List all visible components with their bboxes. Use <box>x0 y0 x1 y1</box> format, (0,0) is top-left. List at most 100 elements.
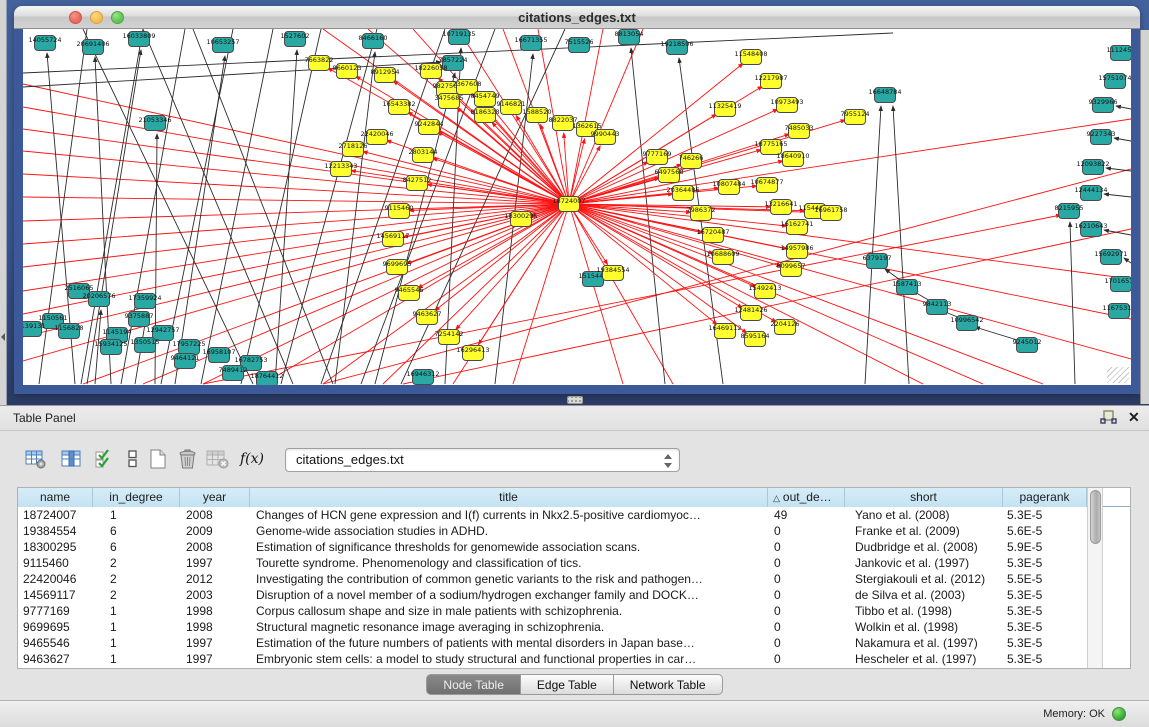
network-node[interactable]: 7986372 <box>687 206 716 221</box>
column-header-name[interactable]: name <box>18 488 93 507</box>
network-node[interactable]: 14055724 <box>28 36 61 51</box>
network-node[interactable]: 9115460 <box>385 204 414 219</box>
table-cell[interactable]: 9463627 <box>18 651 93 667</box>
network-node[interactable]: 9464121 <box>171 354 200 369</box>
network-node[interactable]: 14957986 <box>780 244 813 259</box>
table-cell[interactable]: 0 <box>768 603 845 619</box>
network-node[interactable]: 17957225 <box>172 340 205 355</box>
network-node[interactable]: 16958107 <box>202 348 235 363</box>
network-node[interactable]: 9777169 <box>643 150 672 165</box>
network-node[interactable]: 10674877 <box>750 178 783 193</box>
network-node[interactable]: 12093822 <box>1076 160 1109 175</box>
table-cell[interactable]: 1 <box>93 651 180 667</box>
network-node[interactable]: 20364486 <box>666 186 699 201</box>
column-header-out_de[interactable]: △out_de… <box>768 488 845 507</box>
table-row[interactable]: 946554611997Estimation of the future num… <box>18 635 1130 651</box>
network-node[interactable]: 18640910 <box>776 152 809 167</box>
network-node[interactable]: 11675312 <box>1102 304 1131 319</box>
network-node[interactable]: 6379197 <box>863 254 892 269</box>
table-cell[interactable]: 5.3E-5 <box>1003 635 1087 651</box>
network-node[interactable]: 20206576 <box>82 292 115 307</box>
table-cell[interactable]: 9115460 <box>18 555 93 571</box>
network-node[interactable]: 8660123 <box>333 64 362 79</box>
table-cell[interactable]: 5.3E-5 <box>1003 651 1087 667</box>
window-titlebar[interactable]: citations_edges.txt <box>14 6 1140 29</box>
network-node[interactable]: 7485033 <box>785 124 814 139</box>
table-row[interactable]: 1938455462009Genome-wide association stu… <box>18 523 1130 539</box>
network-node[interactable]: 16648784 <box>868 88 901 103</box>
network-node[interactable]: 10719135 <box>442 30 475 45</box>
table-cell[interactable]: Stergiakouli et al. (2012) <box>845 571 1003 587</box>
table-cell[interactable]: Wolkin et al. (1998) <box>845 619 1003 635</box>
network-node[interactable]: 18764412 <box>250 372 283 386</box>
table-cell[interactable]: 6 <box>93 523 180 539</box>
table-cell[interactable]: Estimation of the future numbers of pati… <box>250 635 768 651</box>
column-header-year[interactable]: year <box>180 488 250 507</box>
network-node[interactable]: 7663822 <box>305 56 334 71</box>
network-node[interactable]: 15692971 <box>1094 250 1127 265</box>
table-cell[interactable]: 5.6E-5 <box>1003 523 1087 539</box>
table-cell[interactable]: 0 <box>768 555 845 571</box>
network-node[interactable]: 11325419 <box>708 102 741 117</box>
network-node[interactable]: 12481426 <box>734 306 767 321</box>
table-row[interactable]: 1872400712008Changes of HCN gene express… <box>18 507 1130 523</box>
table-cell[interactable]: Tourette syndrome. Phenomenology and cla… <box>250 555 768 571</box>
table-cell[interactable]: Yano et al. (2008) <box>845 507 1003 523</box>
table-row[interactable]: 2242004622012Investigating the contribut… <box>18 571 1130 587</box>
table-cell[interactable]: 5.3E-5 <box>1003 603 1087 619</box>
network-node[interactable]: 6497568 <box>655 168 684 183</box>
close-panel-icon[interactable]: ✕ <box>1128 409 1140 426</box>
table-cell[interactable]: de Silva et al. (2003) <box>845 587 1003 603</box>
table-cell[interactable]: Estimation of significance thresholds fo… <box>250 539 768 555</box>
network-node[interactable]: 16671355 <box>514 36 547 51</box>
table-cell[interactable]: Corpus callosum shape and size in male p… <box>250 603 768 619</box>
network-node[interactable]: 20691406 <box>76 40 109 55</box>
network-node[interactable]: 12444134 <box>1074 186 1107 201</box>
network-node[interactable]: 17359924 <box>128 294 161 309</box>
tab-edge-table[interactable]: Edge Table <box>521 674 614 695</box>
network-node[interactable]: 16469112 <box>708 324 741 339</box>
table-row[interactable]: 969969511998Structural magnetic resonanc… <box>18 619 1130 635</box>
network-node[interactable]: 9245012 <box>1013 338 1042 353</box>
network-node[interactable]: 10653257 <box>206 38 239 53</box>
network-node[interactable]: 16162741 <box>780 220 813 235</box>
resize-grip[interactable] <box>1107 367 1129 383</box>
table-cell[interactable]: 9465546 <box>18 635 93 651</box>
network-node[interactable]: 9375887 <box>125 312 154 327</box>
table-cell[interactable]: Disruption of a novel member of a sodium… <box>250 587 768 603</box>
network-node[interactable]: 1112453 <box>1107 46 1131 61</box>
table-cell[interactable]: 5.3E-5 <box>1003 507 1087 523</box>
table-row[interactable]: 911546021997Tourette syndrome. Phenomeno… <box>18 555 1130 571</box>
network-node[interactable]: 8454749 <box>471 92 500 107</box>
table-cell[interactable]: 0 <box>768 523 845 539</box>
network-node[interactable]: 1350515 <box>131 338 160 353</box>
network-node[interactable]: 17016514 <box>1104 277 1131 292</box>
network-node[interactable]: 12217987 <box>754 74 787 89</box>
column-header-in_degree[interactable]: in_degree <box>93 488 180 507</box>
network-node[interactable]: 2803144 <box>409 148 438 163</box>
network-node[interactable]: 16210643 <box>1074 222 1107 237</box>
table-cell[interactable]: 5.5E-5 <box>1003 571 1087 587</box>
table-cell[interactable]: Nakamura et al. (1997) <box>845 635 1003 651</box>
new-column-icon[interactable] <box>144 444 172 474</box>
network-node[interactable]: 16296413 <box>456 346 489 361</box>
table-cell[interactable]: 1998 <box>180 603 250 619</box>
network-node[interactable]: 15751074 <box>1098 74 1131 89</box>
table-cell[interactable]: 2003 <box>180 587 250 603</box>
network-node[interactable]: 1588520 <box>523 108 552 123</box>
table-cell[interactable]: Dudbridge et al. (2008) <box>845 539 1003 555</box>
table-cell[interactable]: 0 <box>768 539 845 555</box>
table-mode-icon[interactable] <box>22 444 50 474</box>
network-node[interactable]: 2718126 <box>339 142 368 157</box>
table-cell[interactable]: 9777169 <box>18 603 93 619</box>
table-cell[interactable]: 18724007 <box>18 507 93 523</box>
network-node[interactable]: 8813054 <box>615 30 644 45</box>
table-cell[interactable]: 1 <box>93 507 180 523</box>
table-cell[interactable]: 0 <box>768 571 845 587</box>
table-cell[interactable]: 9699695 <box>18 619 93 635</box>
scrollbar-thumb[interactable] <box>1090 490 1101 544</box>
table-cell[interactable]: Genome-wide association studies in ADHD. <box>250 523 768 539</box>
network-node[interactable]: 8186328 <box>471 108 500 123</box>
network-node[interactable]: 9329966 <box>1089 98 1118 113</box>
network-node[interactable]: 1587413 <box>893 280 922 295</box>
